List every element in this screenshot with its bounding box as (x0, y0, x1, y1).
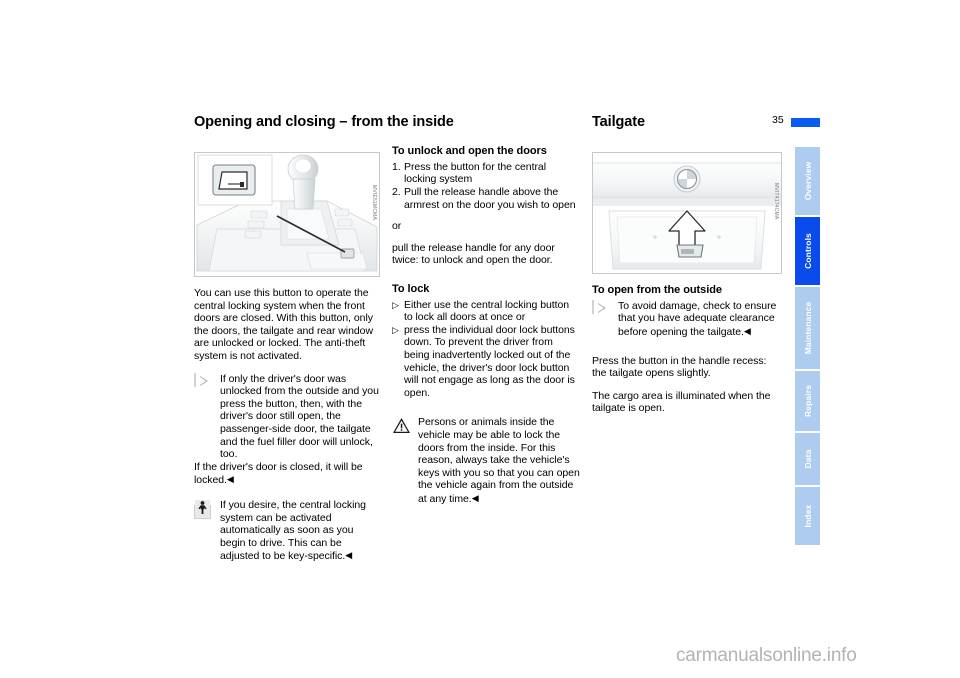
tab-label: Maintenance (802, 301, 813, 355)
section-tab-rail: Overview Controls Maintenance Repairs Da… (795, 147, 820, 545)
pedestrian-icon (194, 499, 214, 519)
unlock-steps-list: 1. Press the button for the central lock… (392, 161, 580, 211)
watermark: carmanualsonline.info (676, 645, 857, 666)
heading-open-from-outside: To open from the outside (592, 284, 722, 296)
warning-triangle-icon (392, 417, 412, 434)
left-intro-paragraph: You can use this button to operate the c… (194, 287, 373, 362)
list-item: 1. Press the button for the central lock… (392, 161, 580, 186)
step-marker: 1. (392, 160, 401, 173)
bullet-text: Either use the central locking button to… (404, 298, 570, 324)
page-title-right: Tailgate (592, 114, 645, 130)
tab-data[interactable]: Data (795, 433, 820, 485)
tab-maintenance[interactable]: Maintenance (795, 287, 820, 369)
note-auto-locking-text: If you desire, the central locking syste… (220, 498, 366, 563)
right-column: To open from the outside To avoid damage… (592, 145, 782, 415)
note-auto-locking: If you desire, the central locking syste… (194, 499, 380, 563)
note-avoid-damage: To avoid damage, check to ensure that yo… (592, 299, 782, 339)
left-column: You can use this button to operate the c… (194, 145, 380, 563)
tab-label: Overview (802, 161, 813, 201)
tab-controls[interactable]: Controls (795, 217, 820, 285)
note-icon (194, 372, 214, 391)
right-paragraph-1: Press the button in the handle recess: t… (592, 354, 767, 380)
heading-unlock-open-doors: To unlock and open the doors (392, 145, 547, 157)
unlock-after-text: pull the release handle for any door twi… (392, 241, 555, 267)
tab-label: Repairs (802, 385, 813, 417)
heading-to-lock: To lock (392, 282, 430, 295)
lock-bullets-list: ▷ Either use the central locking button … (392, 299, 580, 400)
step-text: Press the button for the central locking… (404, 160, 546, 186)
tab-label: Controls (802, 233, 813, 269)
tab-repairs[interactable]: Repairs (795, 371, 820, 431)
note-driver-door: If only the driver's door was unlocked f… (194, 372, 380, 487)
note-avoid-damage-text: To avoid damage, check to ensure that yo… (618, 299, 777, 338)
note-driver-door-text-2: If the driver's door is closed, it will … (194, 460, 363, 487)
note-icon (592, 299, 612, 318)
tab-overview[interactable]: Overview (795, 147, 820, 215)
tab-index[interactable]: Index (795, 487, 820, 545)
right-paragraph-2: The cargo area is illuminated when the t… (592, 389, 771, 415)
page-number: 35 (772, 114, 784, 126)
step-text: Pull the release handle above the armres… (404, 185, 576, 211)
warning-text: Persons or animals inside the vehicle ma… (418, 416, 580, 505)
end-mark: ◀ (471, 492, 479, 503)
tab-label: Data (802, 449, 813, 469)
page-number-rule (791, 118, 820, 127)
page-title-left: Opening and closing – from the inside (194, 114, 454, 130)
bullet-marker: ▷ (392, 324, 399, 335)
or-text: or (392, 220, 402, 233)
warning-persons-animals: Persons or animals inside the vehicle ma… (392, 416, 580, 505)
manual-page: Opening and closing – from the inside Ta… (0, 0, 960, 678)
bullet-text: press the individual door lock buttons d… (404, 323, 575, 399)
list-item: ▷ Either use the central locking button … (392, 299, 580, 324)
note-driver-door-text: If only the driver's door was unlocked f… (220, 372, 379, 461)
tab-label: Index (802, 504, 813, 528)
list-item: 2. Pull the release handle above the arm… (392, 186, 580, 211)
end-mark: ◀ (345, 550, 353, 561)
bullet-marker: ▷ (392, 299, 399, 310)
list-item: ▷ press the individual door lock buttons… (392, 324, 580, 400)
step-marker: 2. (392, 185, 401, 198)
middle-column: To unlock and open the doors 1. Press th… (392, 145, 580, 506)
end-mark: ◀ (226, 474, 234, 485)
end-mark: ◀ (743, 325, 751, 336)
